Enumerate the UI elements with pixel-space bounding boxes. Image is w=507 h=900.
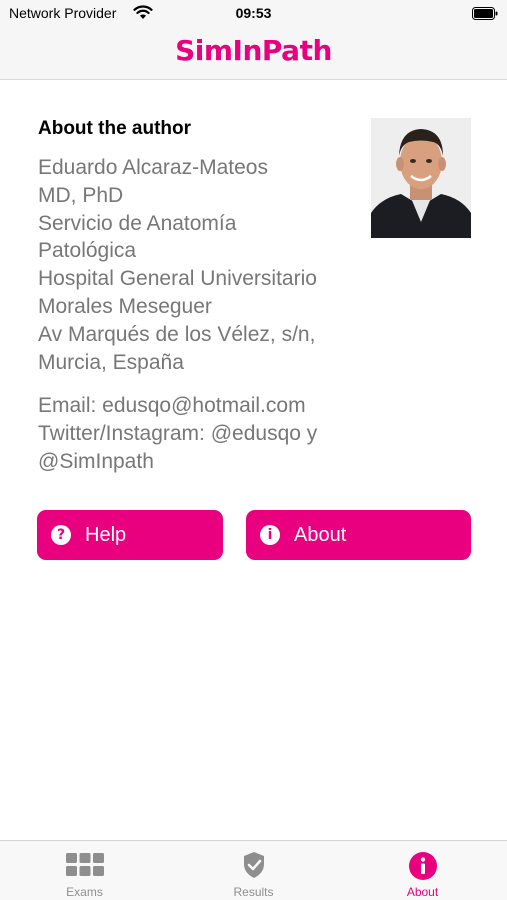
grid-icon [65, 853, 104, 876]
app-header: SimInPath [0, 28, 507, 80]
bio-line: Murcia, España [38, 350, 184, 374]
about-button-label: About [294, 523, 347, 546]
battery-icon [472, 7, 498, 20]
social-line: @SimInpath [38, 449, 154, 473]
bio-line: Patológica [38, 239, 137, 263]
author-bio: Eduardo Alcaraz-Mateos MD, PhD Servicio … [38, 154, 368, 476]
email-line: Email: edusqo@hotmail.com [38, 394, 306, 418]
bio-line: Servicio de Anatomía [38, 211, 237, 235]
status-time: 09:53 [235, 5, 272, 21]
bio-line: Hospital General Universitario [38, 267, 317, 291]
bio-line: Morales Meseguer [38, 294, 212, 318]
author-photo [371, 118, 471, 238]
tab-results[interactable]: Results [169, 841, 338, 900]
info-icon: i [260, 525, 280, 545]
bio-line: MD, PhD [38, 183, 124, 207]
tab-label: Exams [66, 885, 103, 899]
social-line: Twitter/Instagram: @edusqo y [38, 422, 318, 446]
about-button[interactable]: i About [246, 510, 471, 560]
tab-label: Results [233, 885, 274, 899]
help-button-label: Help [85, 523, 127, 546]
shield-check-icon [243, 852, 264, 878]
tab-label: About [406, 885, 439, 899]
app-logo: SimInPath [175, 34, 332, 67]
bio-line: Eduardo Alcaraz-Mateos [38, 156, 268, 179]
info-icon [408, 852, 437, 880]
bio-line: Av Marqués de los Vélez, s/n, [38, 322, 316, 346]
question-icon: ? [51, 525, 71, 545]
status-bar: Network Provider 09:53 [0, 0, 507, 28]
help-button[interactable]: ? Help [37, 510, 223, 560]
bio-spacer [38, 376, 368, 392]
tab-about[interactable]: About [338, 841, 507, 900]
section-title: About the author [38, 118, 192, 139]
tab-exams[interactable]: Exams [0, 841, 169, 900]
tab-bar: Exams Results About [0, 840, 507, 900]
